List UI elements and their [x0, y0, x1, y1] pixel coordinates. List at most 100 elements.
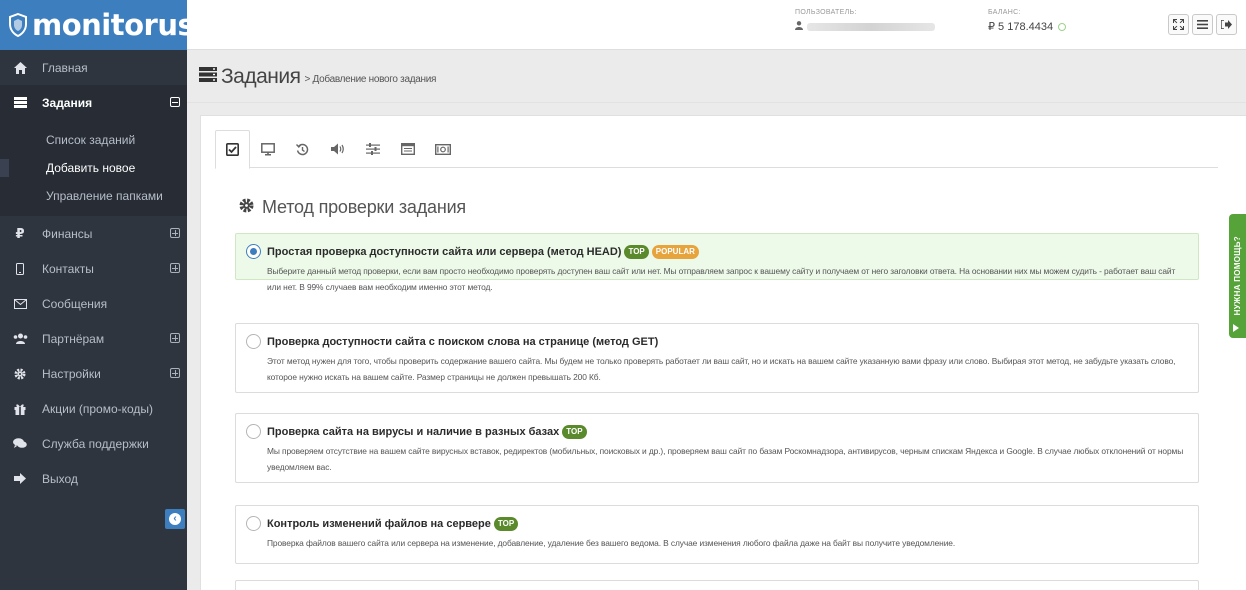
balance-info: БАЛАНС: ₽ 5 178.4434	[988, 9, 1067, 33]
monitor-icon	[260, 142, 275, 155]
gear-icon	[12, 368, 28, 380]
tab-window[interactable]	[390, 130, 425, 168]
sidebar-item-label: Партнёрам	[42, 331, 105, 346]
tab-parameters[interactable]	[355, 130, 390, 168]
sidebar-item-logout[interactable]: Выход	[0, 461, 187, 496]
expand-plus-icon[interactable]	[170, 368, 180, 378]
option-title: Проверка сайта на вирусы и наличие в раз…	[267, 425, 560, 438]
radio-virus[interactable]	[246, 424, 261, 439]
sidebar-nav: Главная Задания Список заданий Добавить …	[0, 50, 187, 496]
envelope-icon	[12, 298, 28, 309]
collapse-minus-icon[interactable]	[170, 97, 180, 107]
badge-top: TOP	[493, 516, 519, 531]
method-tabs	[215, 130, 1218, 169]
sign-out-icon	[1221, 20, 1232, 29]
sidebar-collapse-button[interactable]: ‹	[165, 509, 185, 529]
username-blurred	[807, 22, 935, 31]
method-option-get[interactable]: Проверка доступности сайта с поиском сло…	[235, 323, 1199, 393]
arrow-right-icon	[1233, 324, 1239, 332]
method-option-next[interactable]	[235, 580, 1199, 590]
sidebar-item-messages[interactable]: Сообщения	[0, 286, 187, 321]
method-option-head[interactable]: Простая проверка доступности сайта или с…	[235, 233, 1199, 292]
comments-icon	[12, 438, 28, 449]
method-option-virus[interactable]: Проверка сайта на вирусы и наличие в раз…	[235, 413, 1199, 483]
expand-plus-icon[interactable]	[170, 228, 180, 238]
add-funds-icon[interactable]	[1058, 23, 1067, 31]
method-option-files[interactable]: Контроль изменений файлов на сервере TOP…	[235, 505, 1199, 564]
sidebar-subitem-task-list[interactable]: Список заданий	[0, 126, 187, 154]
help-label: НУЖНА ПОМОЩЬ?	[1233, 236, 1242, 316]
sidebar-item-label: Финансы	[42, 226, 93, 241]
history-icon	[296, 143, 309, 155]
tab-billing[interactable]	[425, 130, 460, 168]
fullscreen-button[interactable]	[1168, 14, 1189, 35]
top-header: ПОЛЬЗОВАТЕЛЬ: БАЛАНС: ₽ 5 178.4434	[187, 0, 1246, 50]
logo[interactable]: monitorus	[0, 0, 195, 50]
user-label: ПОЛЬЗОВАТЕЛЬ:	[795, 9, 857, 16]
badge-top: TOP	[624, 244, 649, 259]
tab-history[interactable]	[285, 130, 320, 168]
badge-popular: POPULAR	[651, 244, 699, 259]
logout-button[interactable]	[1216, 14, 1237, 35]
money-icon	[434, 143, 451, 155]
option-title: Простая проверка доступности сайта или с…	[267, 245, 622, 258]
expand-icon	[1173, 19, 1184, 30]
sidebar-item-label: Контакты	[42, 261, 94, 276]
sidebar-item-partners[interactable]: Партнёрам	[0, 321, 187, 356]
option-title: Проверка доступности сайта с поиском сло…	[267, 335, 659, 348]
check-square-icon	[226, 143, 239, 156]
sidebar-item-label: Задания	[42, 95, 93, 110]
option-description: Этот метод нужен для того, чтобы провери…	[267, 356, 1176, 382]
tab-notifications[interactable]	[320, 130, 355, 168]
tasks-icon	[199, 67, 217, 87]
sidebar-item-finance[interactable]: ₽ Финансы	[0, 216, 187, 251]
tab-monitor[interactable]	[250, 130, 285, 168]
section-title: Метод проверки задания	[239, 197, 466, 218]
home-icon	[12, 61, 28, 74]
sidebar-item-label: Сообщения	[42, 296, 108, 311]
sidebar-subitem-add-new[interactable]: Добавить новое	[0, 154, 187, 182]
section-title-text: Метод проверки задания	[262, 197, 466, 217]
sidebar-item-home[interactable]: Главная	[0, 50, 187, 85]
user-info: ПОЛЬЗОВАТЕЛЬ:	[795, 9, 935, 32]
header-buttons	[1168, 14, 1237, 35]
option-title: Контроль изменений файлов на сервере	[267, 517, 491, 530]
sidebar-item-tasks[interactable]: Задания	[0, 85, 187, 120]
expand-plus-icon[interactable]	[170, 333, 180, 343]
page-title: Задания > Добавление нового задания	[199, 65, 436, 89]
sidebar-item-settings[interactable]: Настройки	[0, 356, 187, 391]
menu-button[interactable]	[1192, 14, 1213, 35]
radio-get[interactable]	[246, 334, 261, 349]
balance-label: БАЛАНС:	[988, 9, 1021, 16]
tasks-submenu: Список заданий Добавить новое Управление…	[0, 120, 187, 216]
sidebar-item-promo[interactable]: Акции (промо-коды)	[0, 391, 187, 426]
radio-head[interactable]	[246, 244, 261, 259]
user-icon	[795, 21, 803, 32]
phone-icon	[12, 262, 28, 275]
radio-files[interactable]	[246, 516, 261, 531]
sliders-icon	[365, 143, 380, 155]
ruble-icon: ₽	[15, 225, 25, 241]
sign-out-icon	[12, 473, 28, 484]
volume-icon	[330, 143, 344, 155]
users-icon	[12, 333, 28, 344]
sidebar-item-label: Выход	[42, 471, 78, 486]
balance-value: ₽ 5 178.4434	[988, 21, 1054, 33]
sidebar-subitem-folders[interactable]: Управление папками	[0, 182, 187, 210]
sidebar-item-label: Служба поддержки	[42, 436, 149, 451]
sidebar-item-label: Настройки	[42, 366, 101, 381]
breadcrumb: > Добавление нового задания	[304, 74, 437, 85]
shield-logo-icon	[8, 10, 28, 40]
sidebar-item-contacts[interactable]: Контакты	[0, 251, 187, 286]
page-title-text: Задания	[221, 65, 301, 88]
gear-icon	[239, 197, 254, 218]
help-tab[interactable]: НУЖНА ПОМОЩЬ?	[1229, 214, 1246, 338]
bars-icon	[1197, 20, 1208, 29]
expand-plus-icon[interactable]	[170, 263, 180, 273]
option-description: Выберите данный метод проверки, если вам…	[267, 266, 1176, 292]
tasks-icon	[12, 97, 28, 108]
tab-check-method[interactable]	[215, 130, 250, 169]
title-divider	[187, 102, 1246, 103]
sidebar-item-support[interactable]: Служба поддержки	[0, 426, 187, 461]
logo-text: monitorus	[32, 8, 195, 42]
